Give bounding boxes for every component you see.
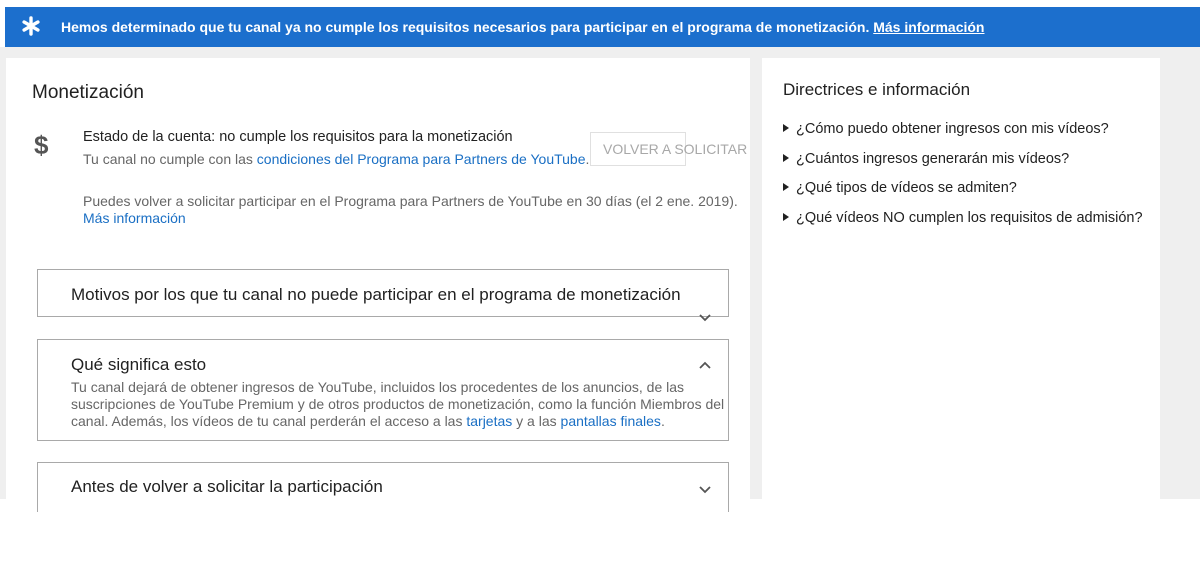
guideline-item[interactable]: ¿Cómo puedo obtener ingresos con mis víd…	[783, 121, 1143, 151]
account-status: Estado de la cuenta: no cumple los requi…	[83, 129, 513, 145]
guideline-item[interactable]: ¿Qué tipos de vídeos se admiten?	[783, 180, 1143, 210]
page-title: Monetización	[32, 82, 144, 103]
guideline-item-label: ¿Qué tipos de vídeos se admiten?	[796, 180, 1017, 196]
meaning-section[interactable]: Qué significa esto Tu canal dejará de ob…	[37, 339, 729, 441]
meaning-body-mid: y a las	[512, 413, 561, 429]
triangle-right-icon	[783, 153, 789, 162]
status-detail-suffix: .	[585, 151, 590, 167]
guideline-item-label: ¿Cuántos ingresos generarán mis vídeos?	[796, 150, 1070, 167]
reasons-title: Motivos por los que tu canal no puede pa…	[71, 285, 681, 304]
banner-message: Hemos determinado que tu canal ya no cum…	[61, 19, 984, 35]
before-reapply-title: Antes de volver a solicitar la participa…	[71, 477, 383, 496]
reasons-section[interactable]: Motivos por los que tu canal no puede pa…	[37, 269, 729, 322]
end-screens-link[interactable]: pantallas finales	[561, 413, 661, 429]
cards-link[interactable]: tarjetas	[466, 413, 512, 429]
triangle-right-icon	[783, 124, 789, 132]
guidelines-card: Directrices e información ¿Cómo puedo ob…	[762, 58, 1160, 499]
triangle-right-icon	[783, 183, 789, 191]
chevron-up-icon[interactable]	[698, 360, 712, 370]
guideline-item-label: ¿Cómo puedo obtener ingresos con mis víd…	[796, 121, 1109, 137]
meaning-body: Tu canal dejará de obtener ingresos de Y…	[71, 379, 731, 430]
meaning-title: Qué significa esto	[71, 355, 207, 374]
banner-more-info-link[interactable]: Más información	[873, 19, 984, 35]
reapply-more-info-link[interactable]: Más información	[83, 210, 186, 226]
status-detail-prefix: Tu canal no cumple con las	[83, 151, 257, 167]
chevron-down-icon[interactable]	[698, 313, 712, 323]
guidelines-title: Directrices e información	[783, 80, 971, 99]
guideline-item[interactable]: ¿Qué vídeos NO cumplen los requisitos de…	[783, 210, 1143, 240]
banner-text: Hemos determinado que tu canal ya no cum…	[61, 19, 870, 35]
asterisk-icon	[22, 16, 40, 36]
reapply-note: Puedes volver a solicitar participar en …	[83, 193, 738, 209]
before-reapply-section[interactable]: Antes de volver a solicitar la participa…	[37, 462, 729, 512]
guidelines-list: ¿Cómo puedo obtener ingresos con mis víd…	[783, 121, 1143, 239]
notification-banner: Hemos determinado que tu canal ya no cum…	[5, 7, 1200, 47]
triangle-right-icon	[783, 212, 789, 221]
account-status-detail: Tu canal no cumple con las condiciones d…	[83, 151, 589, 167]
meaning-body-suffix: .	[660, 413, 665, 429]
guideline-item-label: ¿Qué vídeos NO cumplen los requisitos de…	[796, 209, 1143, 226]
reapply-button[interactable]: VOLVER A SOLICITAR	[590, 132, 747, 166]
dollar-icon: $	[34, 130, 49, 160]
monetization-card: Monetización $ Estado de la cuenta: no c…	[6, 58, 750, 512]
ypp-conditions-link[interactable]: condiciones del Programa para Partners d…	[257, 151, 586, 167]
chevron-down-icon[interactable]	[698, 485, 712, 495]
guideline-item[interactable]: ¿Cuántos ingresos generarán mis vídeos?	[783, 151, 1143, 181]
